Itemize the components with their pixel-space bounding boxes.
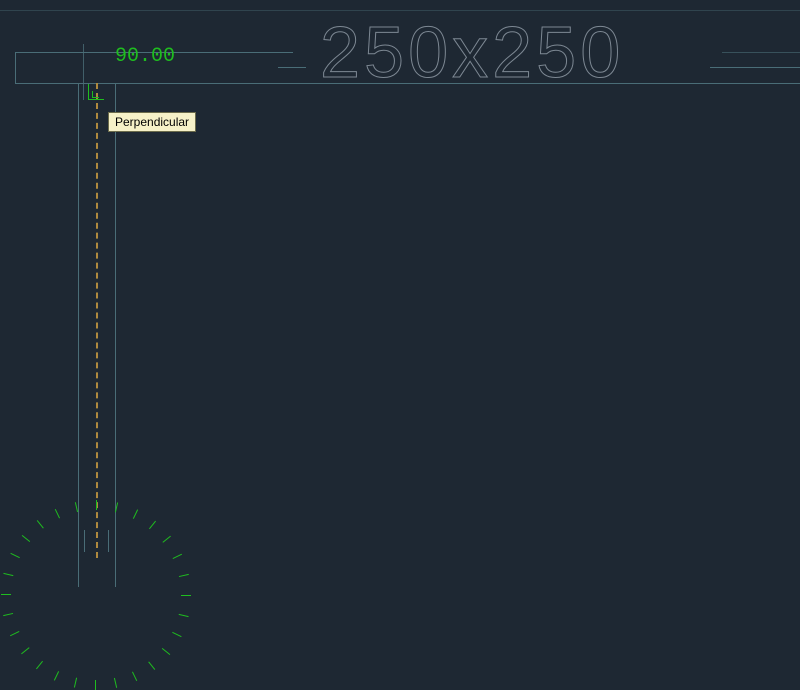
drawing-edge bbox=[0, 10, 800, 11]
dimension-text: 250x250 bbox=[320, 12, 624, 94]
vert-guide bbox=[83, 44, 84, 100]
cad-canvas[interactable]: 90.00 250x250 Perpendicular bbox=[0, 0, 800, 587]
dim-ext-left bbox=[278, 67, 306, 68]
snap-tooltip: Perpendicular bbox=[108, 112, 196, 132]
dim-ext-right bbox=[710, 67, 738, 68]
tick-right bbox=[108, 530, 109, 552]
perpendicular-snap-icon bbox=[88, 84, 104, 100]
beam-top-edge-right2 bbox=[722, 52, 800, 53]
tracking-circle-icon bbox=[51, 505, 141, 595]
construction-line bbox=[96, 83, 98, 558]
tick-left bbox=[84, 530, 85, 552]
angle-readout: 90.00 bbox=[115, 45, 175, 68]
